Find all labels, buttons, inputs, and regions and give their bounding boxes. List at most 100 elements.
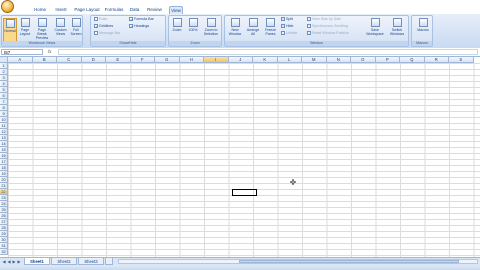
column-header-r[interactable]: R [424, 57, 449, 63]
sheet-tab-sheet2[interactable]: Sheet2 [51, 258, 77, 265]
column-header-n[interactable]: N [326, 57, 351, 63]
synchronous-scrolling-button[interactable]: Synchronous Scrolling [307, 24, 348, 29]
column-header-o[interactable]: O [351, 57, 376, 63]
page-layout-icon [20, 18, 30, 27]
new-window-button[interactable]: New Window [226, 18, 244, 36]
column-header-d[interactable]: D [81, 57, 106, 63]
tab-data[interactable]: Data [128, 6, 141, 14]
column-header-p[interactable]: P [375, 57, 400, 63]
side-by-side-icon [307, 17, 311, 22]
full-screen-button[interactable]: Full Screen [69, 18, 83, 36]
group-label: Macros [412, 41, 432, 46]
ruler-checkbox[interactable]: Ruler [94, 17, 108, 22]
group-macros: Macros Macros [411, 15, 433, 47]
magnifier-icon [172, 18, 182, 27]
office-button[interactable] [1, 0, 14, 13]
formula-bar: I57 fx [0, 48, 480, 57]
ribbon: Normal Page Layout Page Break Preview Cu… [0, 14, 480, 49]
new-window-icon [230, 18, 240, 27]
column-header-e[interactable]: E [106, 57, 131, 63]
worksheet-grid: A B C D E F G H I J K L M N O P Q R S 1 2 3 4 5 6 7 8 9 10 11 12 13 14 15… [0, 57, 480, 257]
zoom-button[interactable]: Zoom [170, 18, 184, 32]
column-header-b[interactable]: B [32, 57, 57, 63]
switch-windows-button[interactable]: Switch Windows [387, 18, 407, 36]
column-header-m[interactable]: M [302, 57, 327, 63]
reset-window-position-button[interactable]: Reset Window Position [307, 31, 349, 36]
group-show-hide: Ruler ✓Gridlines Message Bar ✓Formula Ba… [90, 15, 166, 47]
column-header-j[interactable]: J [228, 57, 253, 63]
formula-input[interactable] [58, 49, 478, 55]
tab-review[interactable]: Review [146, 6, 163, 14]
tab-view[interactable]: View [169, 6, 183, 14]
sheet-nav-3-icon[interactable]: ▶ [17, 259, 21, 264]
formula-bar-checkbox[interactable]: ✓Formula Bar [129, 17, 154, 22]
column-header-i[interactable]: I [204, 57, 229, 63]
column-header-h[interactable]: H [179, 57, 204, 63]
tab-formulas[interactable]: Formulas [103, 6, 125, 14]
scroll-thumb[interactable] [239, 260, 459, 263]
column-header-l[interactable]: L [277, 57, 302, 63]
row-header-32[interactable]: 32 [0, 249, 8, 255]
unhide-button[interactable]: Unhide [281, 31, 297, 36]
tab-home[interactable]: Home [32, 6, 48, 14]
page-break-preview-button[interactable]: Page Break Preview [33, 18, 51, 40]
column-header-k[interactable]: K [253, 57, 278, 63]
column-header-q[interactable]: Q [400, 57, 425, 63]
macros-button[interactable]: Macros [414, 18, 432, 32]
arrange-all-icon [248, 18, 258, 27]
zoom-to-selection-button[interactable]: Zoom to Selection [201, 18, 221, 36]
split-button[interactable]: Split [281, 17, 293, 22]
gridlines-checkbox[interactable]: ✓Gridlines [94, 24, 113, 29]
horizontal-scrollbar[interactable] [118, 259, 478, 264]
crosshair-cursor-icon [290, 179, 296, 185]
save-workspace-button[interactable]: Save Workspace [365, 18, 385, 36]
tab-page-layout[interactable]: Page Layout [74, 6, 100, 14]
sheet-tab-sheet1[interactable]: Sheet1 [24, 258, 50, 265]
normal-view-button[interactable]: Normal [3, 18, 17, 42]
freeze-panes-icon [266, 18, 275, 27]
hundred-percent-icon [188, 18, 198, 27]
fx-icon[interactable]: fx [48, 49, 52, 55]
arrange-all-button[interactable]: Arrange All [245, 18, 261, 36]
group-label: Workbook Views [2, 41, 82, 46]
insert-sheet-icon[interactable] [105, 258, 113, 265]
group-label: Show/Hide [91, 41, 165, 46]
group-label: Zoom [169, 41, 221, 46]
message-bar-checkbox[interactable]: Message Bar [94, 31, 120, 36]
group-workbook-views: Normal Page Layout Page Break Preview Cu… [1, 15, 83, 47]
hide-icon [281, 24, 285, 29]
custom-views-button[interactable]: Custom Views [53, 18, 68, 36]
cells-area[interactable] [8, 63, 480, 257]
name-box[interactable]: I57 [1, 49, 43, 55]
reset-position-icon [307, 31, 311, 36]
freeze-panes-button[interactable]: Freeze Panes [262, 18, 279, 36]
page-break-icon [37, 18, 47, 27]
tab-insert[interactable]: Insert [53, 6, 69, 14]
save-workspace-icon [370, 18, 380, 27]
sheet-nav-2-icon[interactable]: ▶ [12, 259, 16, 264]
column-header-c[interactable]: C [57, 57, 82, 63]
group-window: New Window Arrange All Freeze Panes Spli… [224, 15, 409, 47]
hide-button[interactable]: Hide [281, 24, 293, 29]
column-header-f[interactable]: F [130, 57, 155, 63]
group-zoom: Zoom 100% Zoom to Selection Zoom [168, 15, 222, 47]
full-screen-icon [71, 18, 81, 27]
sheet-nav-1-icon[interactable]: ◀ [7, 259, 11, 264]
normal-view-icon [5, 19, 15, 28]
column-header-s[interactable]: S [449, 57, 474, 63]
sync-scroll-icon [307, 24, 311, 29]
split-icon [281, 17, 285, 22]
zoom-selection-icon [206, 18, 216, 27]
status-bar [0, 265, 480, 270]
active-cell[interactable] [232, 189, 257, 196]
column-header-g[interactable]: G [155, 57, 180, 63]
sheet-tab-sheet3[interactable]: Sheet3 [78, 258, 104, 265]
page-layout-view-button[interactable]: Page Layout [18, 18, 32, 36]
view-side-by-side-button[interactable]: View Side by Side [307, 17, 341, 22]
custom-views-icon [56, 18, 65, 27]
headings-checkbox[interactable]: ✓Headings [129, 24, 149, 29]
zoom-100-button[interactable]: 100% [186, 18, 200, 32]
sheet-nav-0-icon[interactable]: ◀ [2, 259, 6, 264]
unhide-icon [281, 31, 285, 36]
column-header-a[interactable]: A [8, 57, 33, 63]
